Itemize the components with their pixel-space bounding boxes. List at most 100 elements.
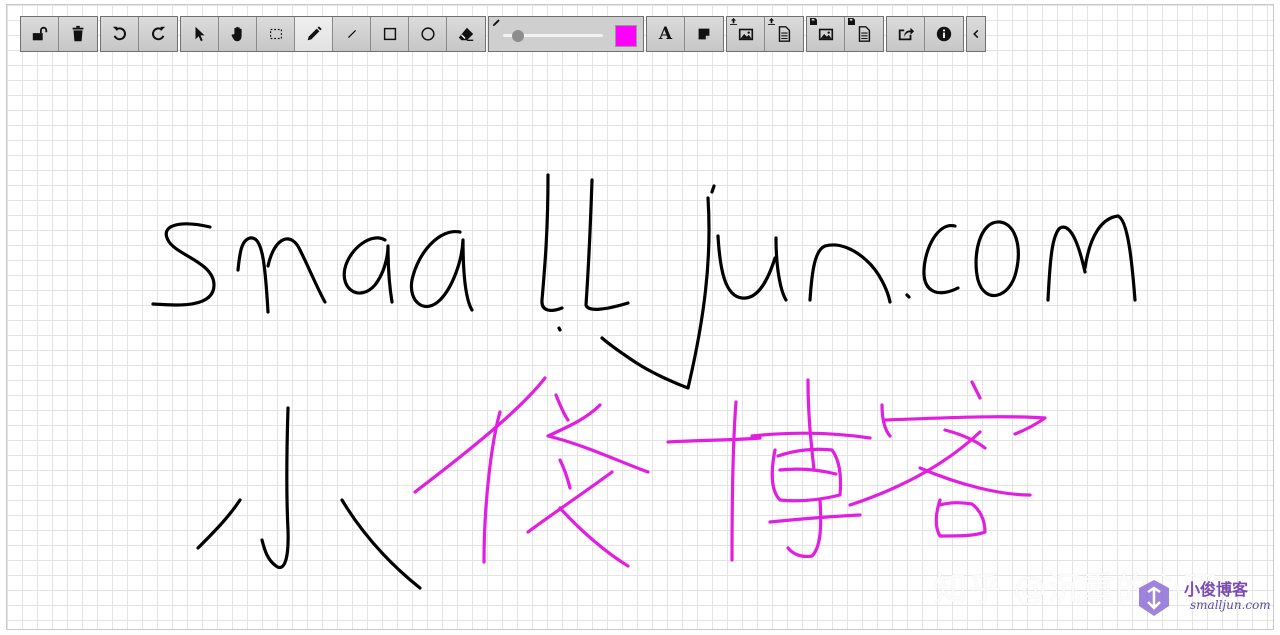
toolbar-group-collapse [966,16,986,52]
stroke-j [600,184,716,390]
handwriting-xiao [196,406,422,590]
stroke-u [716,234,788,302]
eraser-tool-button[interactable] [447,17,485,51]
stroke-n [808,243,892,304]
stroke-jun-right-arc [546,403,650,474]
marquee-select-icon [269,28,282,40]
site-logo: 小俊博客 smalljun.com [1136,574,1271,620]
pan-tool-button[interactable] [219,17,257,51]
redo-button[interactable] [139,17,177,51]
logo-title: 小俊博客 [1184,580,1249,599]
stroke-stray-dot [557,326,562,332]
handwriting-ke [848,380,1047,538]
toolbar-group-history [100,16,178,52]
ellipse-tool-button[interactable] [409,17,447,51]
lock-open-icon [32,26,47,41]
info-icon [936,26,952,42]
stroke-ke-top [848,428,987,507]
toolbar-group-insert: A [646,16,724,52]
handwriting-smalljun-com [151,173,1137,390]
eraser-icon [458,27,474,41]
stroke-bo-box [770,447,843,503]
toolbar-group-style [488,16,644,52]
toolbar-group-misc [886,16,964,52]
toolbar-group-board [20,16,98,52]
stroke-m2 [1046,214,1137,302]
stroke-jun-person-top [413,376,547,494]
stroke-ke-mouth [934,498,987,538]
trash-icon [72,25,84,42]
document-icon [778,26,791,42]
save-icon [848,18,855,25]
stroke-bo-cross [666,436,762,444]
pencil-icon [307,26,322,41]
stroke-color-swatch[interactable] [615,25,637,47]
stroke-jun-right-bottom [558,506,630,568]
chevron-left-icon [973,29,979,39]
select-tool-button[interactable] [181,17,219,51]
image-icon [738,28,753,41]
pointer-icon [195,26,204,42]
stroke-jun-right-top [554,393,570,422]
image-icon [818,28,833,41]
collapse-toolbar-button[interactable] [967,17,985,51]
stroke-xiao-left [196,498,242,550]
stroke-ke-dot [970,380,982,400]
toolbar-group-tools [180,16,486,52]
ellipse-icon [420,27,435,41]
rectangle-tool-button[interactable] [371,17,409,51]
stroke-xiao-center [260,406,290,569]
line-icon [347,29,356,39]
logo-mark-icon [1139,580,1169,616]
stroke-o [974,220,1020,298]
handwriting-bo [666,378,872,562]
save-image-button[interactable] [807,17,845,51]
text-tool-label: A [658,24,673,44]
share-button[interactable] [887,17,925,51]
document-icon [858,26,871,42]
toolbar-group-save [806,16,884,52]
main-toolbar: A [20,16,986,52]
stroke-bo-vert [730,400,738,562]
clear-button[interactable] [59,17,97,51]
save-icon [810,18,817,25]
upload-icon [768,18,775,25]
drawing-layer [151,173,1137,590]
upload-icon [730,18,737,25]
stroke-ke-sweep [918,466,1032,497]
marquee-tool-button[interactable] [257,17,295,51]
stroke-size-slider-knob[interactable] [511,29,524,42]
stroke-ke-roof [880,403,1047,438]
stroke-s [151,222,216,307]
save-document-button[interactable] [845,17,883,51]
toolbar-group-import [726,16,804,52]
stroke-dot [905,293,911,299]
undo-button[interactable] [101,17,139,51]
pencil-tool-button[interactable] [295,17,333,51]
stroke-size-slider[interactable] [503,29,603,42]
handwriting-jun [413,376,650,568]
info-button[interactable] [925,17,963,51]
stroke-c [922,224,960,295]
stroke-a1 [342,236,394,304]
share-export-icon [898,27,914,41]
sticky-note-icon [698,28,710,40]
stroke-size-pencil-icon [492,19,500,27]
stroke-jun-right-mid [526,458,614,534]
stroke-bo-box-mid [778,378,838,476]
text-tool-button[interactable]: A [647,17,685,51]
stroke-a2 [409,230,474,312]
line-tool-button[interactable] [333,17,371,51]
import-image-button[interactable] [727,17,765,51]
stroke-m1 [236,236,327,314]
redo-icon [152,26,166,41]
unlock-button[interactable] [21,17,59,51]
sticky-note-button[interactable] [685,17,723,51]
import-document-button[interactable] [765,17,803,51]
stroke-xiao-right [340,498,422,590]
hand-icon [231,26,242,42]
stroke-bo-bottom [768,498,862,559]
rectangle-icon [383,27,396,41]
undo-icon [112,26,126,41]
stroke-l1 [540,173,564,312]
